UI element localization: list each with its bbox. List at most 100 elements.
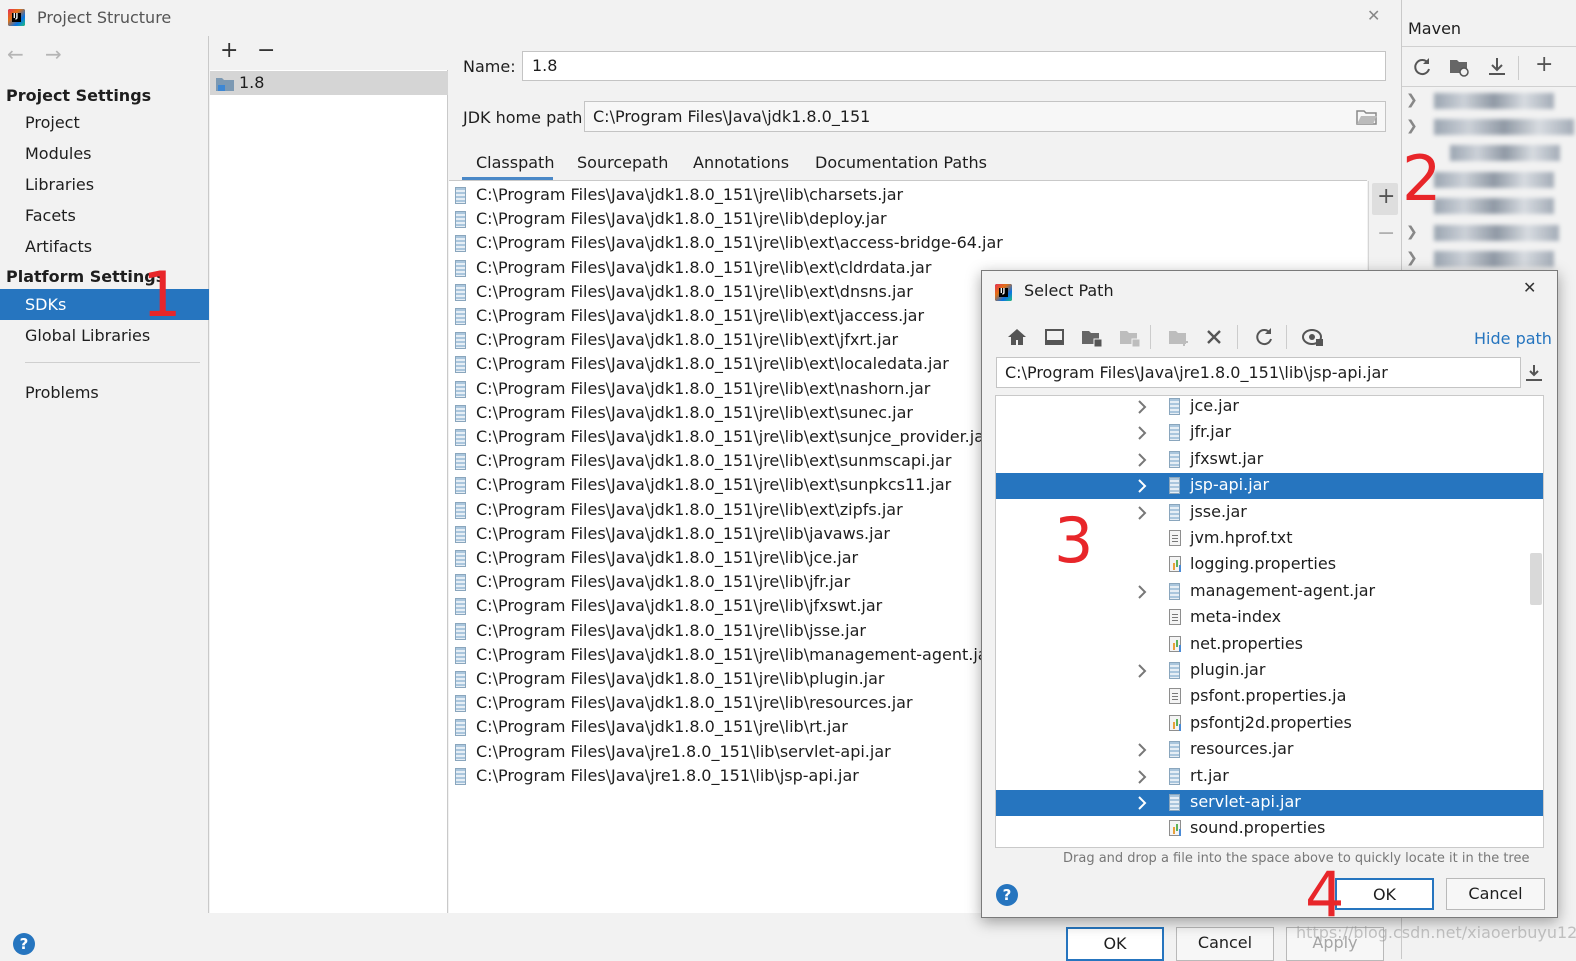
chevron-right-icon[interactable] (1137, 585, 1147, 599)
refresh-icon[interactable] (1412, 57, 1432, 77)
tree-item-label: logging.properties (1190, 554, 1337, 574)
classpath-item-label: C:\Program Files\Java\jdk1.8.0_151\jre\l… (476, 693, 913, 713)
tab-annotations[interactable]: Annotations (693, 153, 789, 172)
chevron-right-icon[interactable] (1137, 479, 1147, 493)
maven-project-blurred[interactable] (1434, 198, 1554, 214)
desktop-icon[interactable] (1044, 328, 1066, 346)
window-close-button[interactable]: ✕ (1367, 6, 1380, 25)
tree-item[interactable]: psfont.properties.ja (996, 684, 1543, 710)
back-arrow-icon[interactable]: ← (7, 42, 24, 66)
tree-item[interactable]: jfxswt.jar (996, 447, 1543, 473)
home-icon[interactable] (1006, 327, 1028, 347)
nav-item-modules[interactable]: Modules (25, 144, 92, 163)
select-path-ok-button[interactable]: OK (1335, 878, 1434, 910)
show-hidden-icon[interactable] (1302, 327, 1324, 347)
remove-classpath-button[interactable]: − (1377, 221, 1395, 246)
ok-button[interactable]: OK (1066, 927, 1164, 961)
path-history-icon[interactable] (1525, 364, 1543, 382)
tree-item-label: management-agent.jar (1190, 580, 1376, 600)
jdk-home-field[interactable]: C:\Program Files\Java\jdk1.8.0_151 (584, 101, 1386, 132)
cancel-button[interactable]: Cancel (1176, 927, 1274, 961)
toolbar-separator (1237, 325, 1238, 349)
maven-tree-chevron-icon[interactable]: ❯ (1406, 92, 1418, 108)
tab-classpath[interactable]: Classpath (462, 149, 554, 180)
tree-item[interactable]: jsp-api.jar (996, 473, 1543, 500)
tree-item[interactable]: jce.jar (996, 396, 1543, 420)
nav-item-libraries[interactable]: Libraries (25, 175, 94, 194)
properties-file-icon (1169, 635, 1181, 652)
classpath-item[interactable]: C:\Program Files\Java\jdk1.8.0_151\jre\l… (449, 208, 1367, 232)
browse-folder-icon[interactable] (1356, 109, 1378, 125)
nav-item-problems[interactable]: Problems (25, 383, 99, 402)
classpath-item[interactable]: C:\Program Files\Java\jdk1.8.0_151\jre\l… (449, 232, 1367, 256)
maven-project-blurred[interactable] (1434, 119, 1574, 135)
download-icon[interactable] (1487, 57, 1509, 79)
nav-item-project[interactable]: Project (25, 113, 80, 132)
chevron-right-icon[interactable] (1137, 453, 1147, 467)
module-folder-icon (1119, 328, 1141, 348)
maven-tree-chevron-icon[interactable]: ❯ (1406, 224, 1418, 240)
settings-nav: ← → Project Settings Project Modules Lib… (0, 36, 209, 913)
nav-item-artifacts[interactable]: Artifacts (25, 237, 92, 256)
maven-project-blurred[interactable] (1450, 145, 1560, 161)
nav-item-global-libraries[interactable]: Global Libraries (25, 326, 150, 345)
tree-scrollbar-thumb[interactable] (1530, 553, 1542, 605)
refresh-icon[interactable] (1254, 327, 1274, 347)
nav-item-facets[interactable]: Facets (25, 206, 76, 225)
chevron-right-icon[interactable] (1137, 796, 1147, 810)
select-path-cancel-button[interactable]: Cancel (1446, 878, 1545, 910)
hide-path-link[interactable]: Hide path (1474, 329, 1552, 348)
maven-project-blurred[interactable] (1434, 251, 1554, 267)
remove-sdk-button[interactable]: − (257, 38, 275, 63)
select-path-close-button[interactable]: ✕ (1523, 278, 1536, 297)
tree-item-label: jce.jar (1190, 396, 1239, 415)
folder-icon (215, 75, 235, 92)
tree-item-label: plugin.jar (1190, 660, 1266, 679)
path-field[interactable]: C:\Program Files\Java\jre1.8.0_151\lib\j… (996, 357, 1521, 388)
tree-item[interactable]: jfr.jar (996, 420, 1543, 446)
tree-item[interactable]: sound.properties (996, 816, 1543, 842)
chevron-right-icon[interactable] (1137, 400, 1147, 414)
help-icon[interactable]: ? (13, 933, 35, 955)
name-label: Name: (463, 57, 516, 76)
chevron-right-icon[interactable] (1137, 664, 1147, 678)
classpath-item[interactable]: C:\Program Files\Java\jdk1.8.0_151\jre\l… (449, 184, 1367, 208)
sdk-list-item-label: 1.8 (239, 73, 265, 92)
chevron-right-icon[interactable] (1137, 426, 1147, 441)
help-icon[interactable]: ? (996, 884, 1018, 906)
tree-item[interactable]: servlet-api.jar (996, 790, 1543, 816)
chevron-right-icon[interactable] (1137, 743, 1147, 757)
delete-icon[interactable] (1205, 328, 1223, 346)
maven-tree-chevron-icon[interactable]: ❯ (1406, 118, 1418, 134)
jar-icon (455, 235, 466, 253)
maven-tree-chevron-icon[interactable]: ❯ (1406, 250, 1418, 266)
classpath-item-label: C:\Program Files\Java\jdk1.8.0_151\jre\l… (476, 354, 949, 374)
name-field[interactable]: 1.8 (522, 51, 1386, 81)
generate-sources-icon[interactable] (1449, 57, 1471, 77)
sdk-list-item[interactable]: 1.8 (210, 71, 448, 95)
chevron-right-icon[interactable] (1137, 769, 1147, 784)
tab-sourcepath[interactable]: Sourcepath (577, 153, 668, 172)
forward-arrow-icon[interactable]: → (45, 42, 62, 66)
maven-project-blurred[interactable] (1434, 93, 1554, 109)
add-sdk-button[interactable]: + (220, 38, 238, 63)
classpath-item-label: C:\Program Files\Java\jdk1.8.0_151\jre\l… (476, 185, 904, 204)
project-folder-icon[interactable] (1081, 328, 1103, 348)
file-tree[interactable]: jce.jar jfr.jar jfxswt.jar jsp-api.jar jsse.… (995, 395, 1544, 848)
tree-item[interactable]: meta-index (996, 605, 1543, 631)
maven-project-blurred[interactable] (1434, 172, 1554, 188)
window-titlebar: IJ Project Structure ✕ (0, 0, 1400, 36)
maven-project-blurred[interactable] (1434, 225, 1559, 241)
maven-add-button[interactable]: + (1535, 52, 1553, 77)
chevron-right-icon[interactable] (1137, 505, 1147, 520)
tree-item[interactable]: management-agent.jar (996, 579, 1543, 605)
tree-item[interactable]: psfontj2d.properties (996, 711, 1543, 737)
tree-item[interactable]: net.properties (996, 632, 1543, 658)
tree-item[interactable]: plugin.jar (996, 658, 1543, 684)
jar-icon (455, 743, 466, 761)
add-classpath-button[interactable]: + (1372, 183, 1398, 215)
tab-documentation-paths[interactable]: Documentation Paths (815, 153, 987, 172)
tree-item[interactable]: resources.jar (996, 737, 1543, 763)
tree-item[interactable]: rt.jar (996, 764, 1543, 790)
tree-item-label: jfr.jar (1190, 422, 1232, 442)
